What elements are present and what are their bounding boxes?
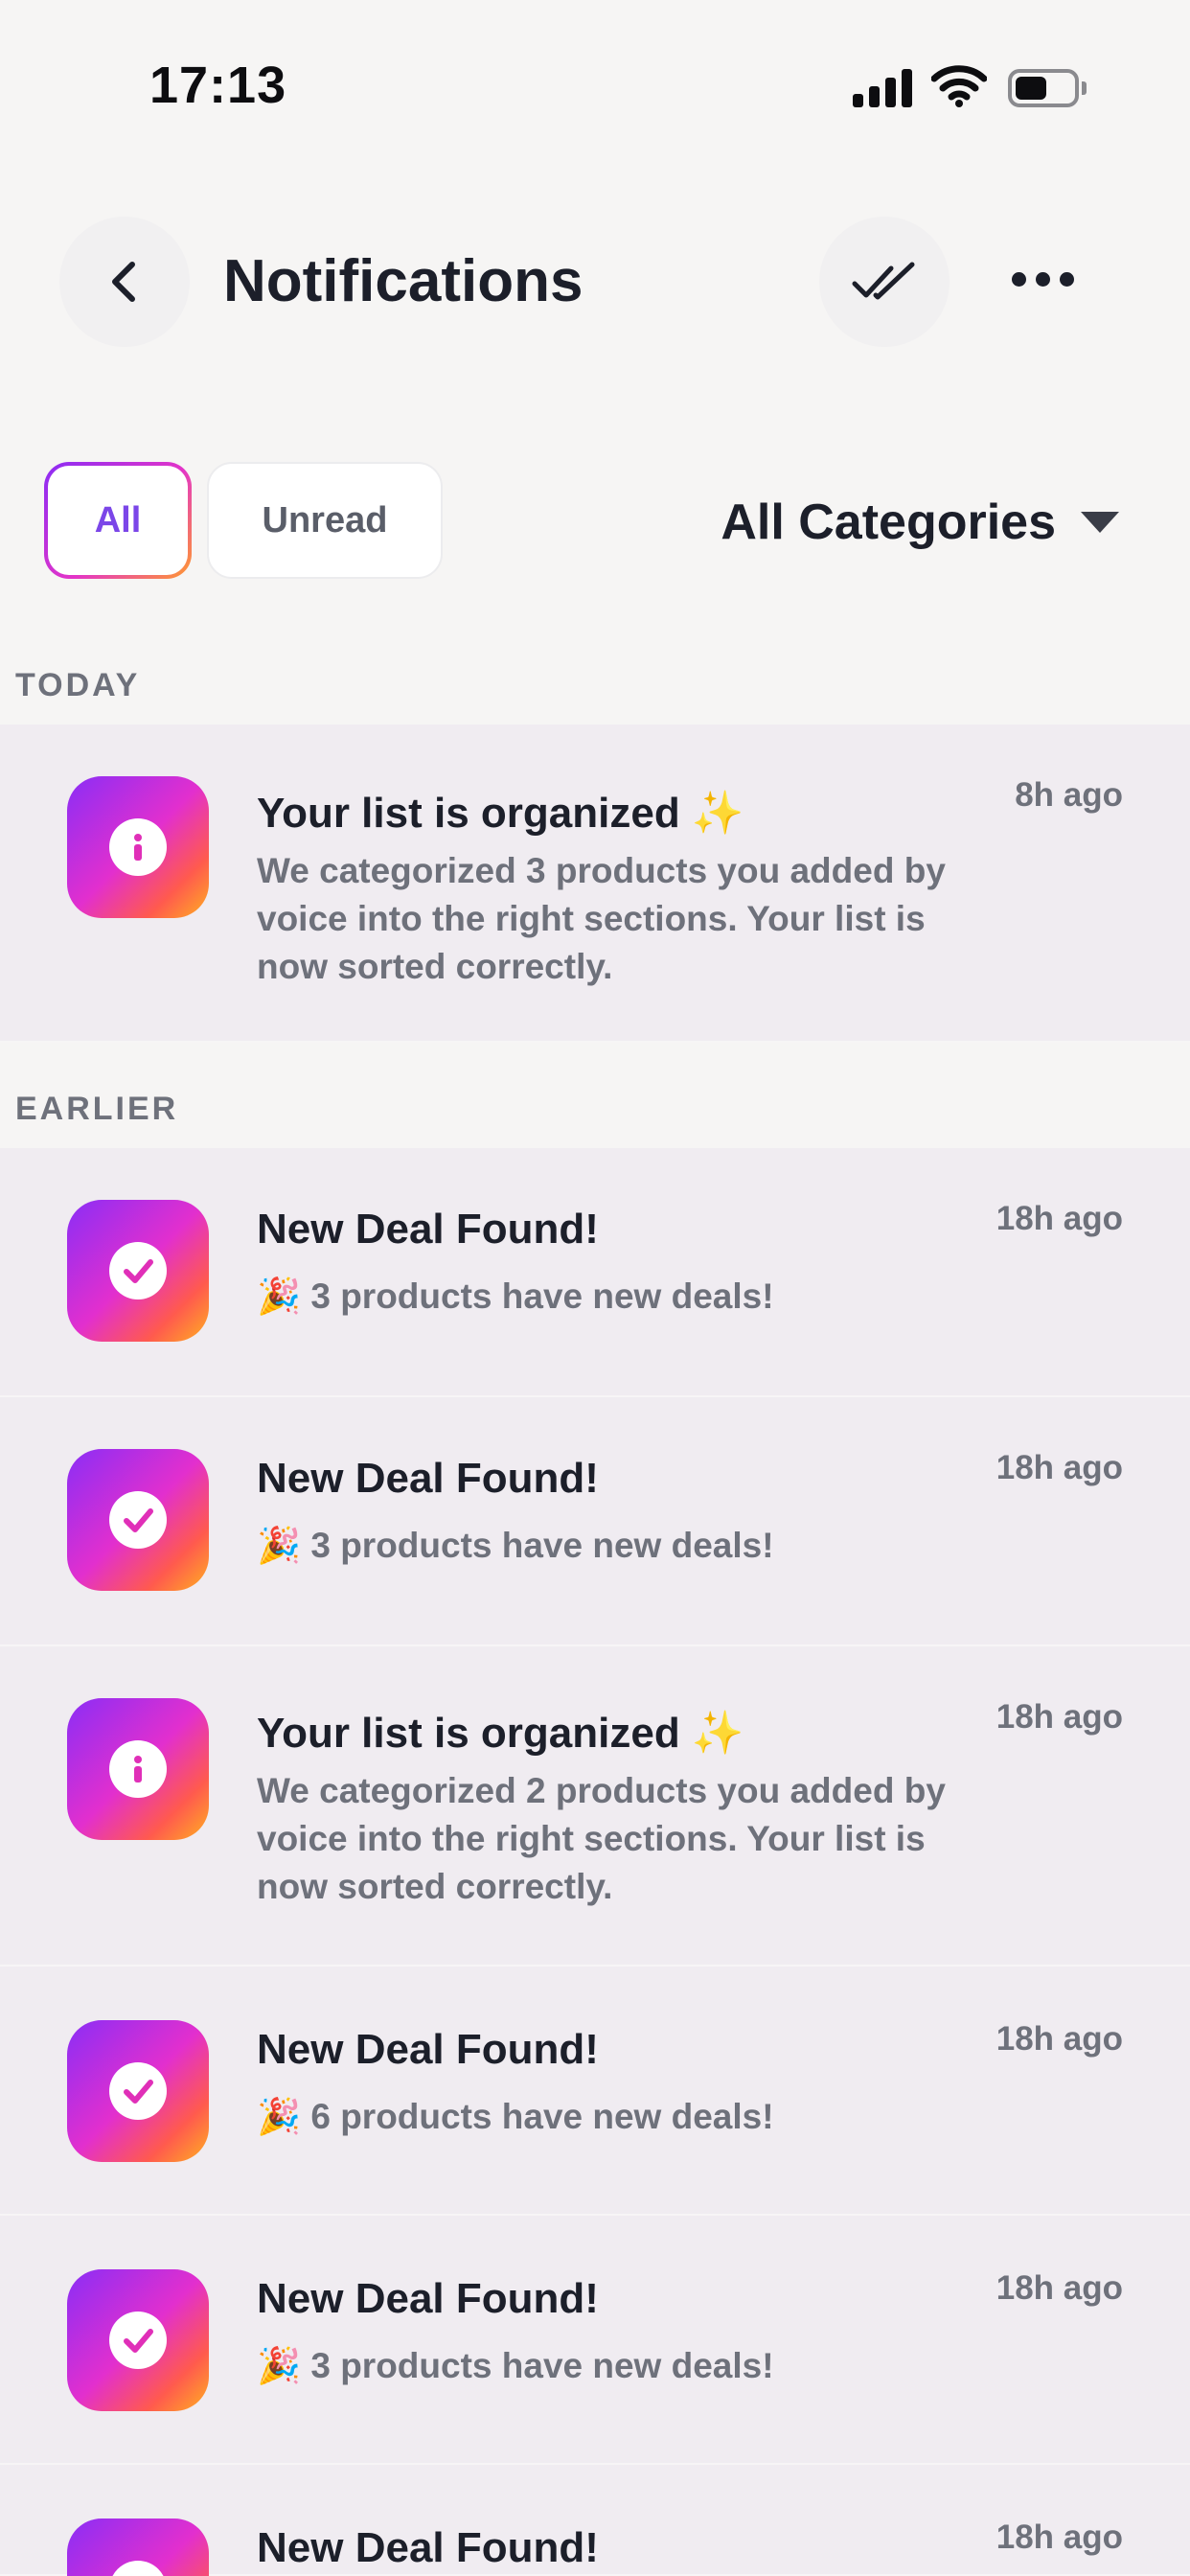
notification-item[interactable]: New Deal Found! 🎉 3 products have new de… [0, 1397, 1190, 1646]
filter-chip-all[interactable]: All [44, 462, 192, 579]
notification-item[interactable]: New Deal Found! 18h ago [0, 2465, 1190, 2576]
notification-title: Your list is organized ✨ [257, 790, 744, 837]
mark-all-read-button[interactable] [819, 217, 950, 347]
notification-item[interactable]: Your list is organized ✨ We categorized … [0, 724, 1190, 1043]
notification-icon [67, 2269, 209, 2411]
cellular-signal-icon [853, 67, 912, 107]
check-icon [119, 2570, 157, 2576]
notification-title: New Deal Found! [257, 2026, 599, 2073]
filter-chip-unread[interactable]: Unread [207, 462, 443, 579]
notification-time: 8h ago [1015, 776, 1123, 814]
caret-down-icon [1081, 512, 1119, 533]
chevron-left-icon [112, 262, 135, 302]
notification-item[interactable]: New Deal Found! 🎉 3 products have new de… [0, 1148, 1190, 1397]
notification-title: Your list is organized ✨ [257, 1710, 744, 1757]
notification-time: 18h ago [995, 1698, 1123, 1736]
wifi-icon [931, 65, 987, 107]
check-icon [124, 1508, 153, 1532]
notification-body: 🎉 3 products have new deals! [257, 1276, 774, 1316]
notification-title: New Deal Found! [257, 1455, 599, 1502]
notification-item[interactable]: New Deal Found! 🎉 3 products have new de… [0, 2216, 1190, 2465]
notification-item[interactable]: Your list is organized ✨ We categorized … [0, 1646, 1190, 1966]
notification-title: New Deal Found! [257, 2524, 599, 2571]
check-icon [124, 2329, 153, 2353]
section-label-today: TODAY [15, 667, 141, 703]
info-icon [134, 1756, 142, 1782]
notification-icon [67, 1449, 209, 1591]
notification-icon [67, 776, 209, 918]
notification-time: 18h ago [995, 2518, 1123, 2556]
more-options-button[interactable] [977, 217, 1108, 347]
notification-icon [67, 1698, 209, 1840]
check-icon [124, 1259, 153, 1283]
notification-body: 🎉 3 products have new deals! [257, 1526, 774, 1565]
category-dropdown[interactable]: All Categories [671, 479, 1131, 565]
check-icon [124, 2080, 153, 2104]
section-label-earlier: EARLIER [15, 1091, 179, 1127]
back-button[interactable] [59, 217, 190, 347]
notification-title: New Deal Found! [257, 2275, 599, 2322]
notification-body: We categorized 2 products you added by v… [257, 1771, 946, 1906]
battery-icon [1008, 69, 1087, 107]
status-time: 17:13 [149, 57, 287, 114]
status-bar: 17:13 [0, 0, 1190, 144]
notification-time: 18h ago [995, 1200, 1123, 1237]
ellipsis-icon [1007, 272, 1079, 291]
notification-title: New Deal Found! [257, 1206, 599, 1253]
notification-time: 18h ago [995, 2020, 1123, 2058]
notification-body: 🎉 3 products have new deals! [257, 2346, 774, 2385]
notifications-screen: 17:13 Notifications All Unread All Categ… [0, 0, 1190, 2576]
notification-icon [67, 2020, 209, 2162]
notification-time: 18h ago [995, 2269, 1123, 2307]
filter-chip-all-label: All [48, 466, 188, 575]
info-icon [134, 834, 142, 861]
double-check-icon [852, 262, 915, 300]
notification-icon [67, 2518, 209, 2576]
notification-body: We categorized 3 products you added by v… [257, 851, 946, 986]
notification-item[interactable]: New Deal Found! 🎉 6 products have new de… [0, 1966, 1190, 2216]
page-title: Notifications [223, 248, 584, 314]
category-dropdown-label: All Categories [721, 494, 1056, 550]
notification-icon [67, 1200, 209, 1342]
notification-time: 18h ago [995, 1449, 1123, 1486]
notification-body: 🎉 6 products have new deals! [257, 2097, 774, 2136]
